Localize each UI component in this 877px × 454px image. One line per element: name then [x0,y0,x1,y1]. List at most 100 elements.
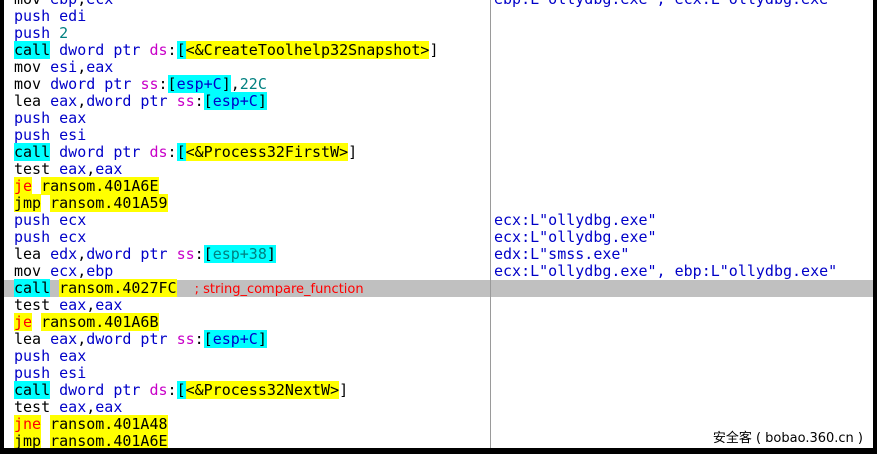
instruction-row[interactable]: test eax,eax [4,161,873,178]
instruction-token: edi [59,7,87,25]
instruction-text: push esi [14,365,86,382]
instruction-token [32,177,41,195]
instruction-token: esi [59,126,87,144]
instruction-token: , [86,398,96,416]
instruction-row[interactable]: push ecx ecx:L"ollydbg.exe" [4,212,873,229]
instruction-text: lea edx,dword ptr ss:[esp+38] [14,245,276,263]
instruction-token: mov [14,75,42,93]
instruction-token [41,262,50,280]
instruction-token: push [14,364,51,382]
instruction-token: [ [203,330,213,348]
instruction-row[interactable]: push eax [4,348,873,365]
instruction-row[interactable]: call dword ptr ds:[<&Process32FirstW>] [4,143,873,161]
instruction-token: je [14,313,33,331]
instruction-row[interactable]: call ransom.4027FC ; string_compare_func… [4,279,873,297]
instruction-row[interactable]: call dword ptr ds:[<&CreateToolhelp32Sna… [4,41,873,59]
instruction-row[interactable]: mov esi,eax [4,59,873,76]
instruction-row[interactable]: mov ebp,ecxebp:L"ollydbg.exe", ecx:L"oll… [4,0,873,8]
instruction-token: eax [59,398,87,416]
instruction-token: call [14,143,51,161]
instruction-token: test [14,160,51,178]
instruction-row[interactable]: push edi [4,8,873,25]
instruction-token: ds [149,381,168,399]
instruction-token: eax [95,296,123,314]
instruction-token [41,432,50,448]
instruction-token: push [14,24,51,42]
instruction-text: push eax [14,110,86,127]
instruction-token [41,58,50,76]
instruction-token: lea [14,92,42,110]
instruction-token: push [14,228,51,246]
instruction-text: je ransom.401A6E [14,177,159,195]
instruction-row[interactable]: push 2 [4,25,873,42]
instruction-token [50,160,59,178]
instruction-row[interactable]: je ransom.401A6E [4,177,873,195]
instruction-token [50,211,59,229]
instruction-token: , [77,92,87,110]
instruction-token [41,194,50,212]
instruction-token: push [14,347,51,365]
instruction-token: : [167,381,177,399]
instruction-row[interactable]: push ecx ecx:L"ollydbg.exe" [4,229,873,246]
instruction-token: [ [176,143,186,161]
instruction-token: eax [86,58,114,76]
instruction-token: call [14,41,51,59]
instruction-text: push ecx [14,212,86,229]
instruction-token: , [77,245,87,263]
instruction-token [177,279,195,297]
instruction-token [32,313,41,331]
instruction-row[interactable]: push esi [4,127,873,144]
instruction-text: test eax,eax [14,161,122,178]
comment-text: ecx:L"ollydbg.exe", ebp:L"ollydbg.exe" [494,262,838,280]
instruction-text: call dword ptr ds:[<&Process32NextW>] [14,381,348,399]
instruction-token: dword ptr [59,41,150,59]
instruction-text: mov esi,eax [14,59,113,76]
instruction-token: eax [95,160,123,178]
instruction-token: eax [50,92,78,110]
instruction-row[interactable]: call dword ptr ds:[<&Process32NextW>] [4,381,873,399]
instruction-row[interactable]: jmp ransom.401A59 [4,194,873,212]
instruction-token: [ [176,41,186,59]
instruction-token: , [230,75,240,93]
instruction-token: je [14,177,33,195]
instruction-token: [ [176,381,186,399]
instruction-row[interactable]: lea eax,dword ptr ss:[esp+C] [4,330,873,348]
instruction-row[interactable]: lea edx,dword ptr ss:[esp+38] edx:L"smss.… [4,245,873,263]
instruction-token [41,75,50,93]
instruction-token: push [14,126,51,144]
instruction-text: lea eax,dword ptr ss:[esp+C] [14,92,267,110]
instruction-token: esp+C [212,330,258,348]
instruction-row[interactable]: test eax,eax [4,399,873,416]
instruction-token: 22C [239,75,267,93]
instruction-row[interactable]: mov ecx,ebp ecx:L"ollydbg.exe", ebp:L"oll… [4,263,873,280]
instruction-text: call dword ptr ds:[<&CreateToolhelp32Sna… [14,41,438,59]
instruction-token: dword ptr [50,75,141,93]
disassembly-pane[interactable]: mov ebp,ecxebp:L"ollydbg.exe", ecx:L"oll… [4,0,873,448]
instruction-text: test eax,eax [14,399,122,416]
instruction-token: eax [59,160,87,178]
instruction-row[interactable]: push eax [4,110,873,127]
instruction-text: jmp ransom.401A59 [14,194,168,212]
column-divider[interactable] [490,0,491,448]
instruction-token [50,381,59,399]
instruction-token [41,92,50,110]
instruction-token [50,296,59,314]
instruction-token: <&Process32FirstW> [185,143,349,161]
instruction-token: push [14,109,51,127]
instruction-token: ransom.401A6B [41,313,159,331]
instruction-token: [ [167,75,177,93]
instruction-row[interactable]: je ransom.401A6B [4,313,873,331]
instruction-token: : [167,143,177,161]
instruction-token: , [77,330,87,348]
instruction-row[interactable]: push esi [4,365,873,382]
instruction-token [50,364,59,382]
instruction-token: ecx [59,228,87,246]
instruction-text: call ransom.4027FC ; string_compare_func… [14,279,364,297]
instruction-token: : [194,92,204,110]
instruction-token: ] [257,92,267,110]
instruction-token: test [14,296,51,314]
instruction-row[interactable]: lea eax,dword ptr ss:[esp+C] [4,92,873,110]
instruction-text: push eax [14,348,86,365]
instruction-row[interactable]: mov dword ptr ss:[esp+C],22C [4,75,873,93]
instruction-row[interactable]: test eax,eax [4,297,873,314]
